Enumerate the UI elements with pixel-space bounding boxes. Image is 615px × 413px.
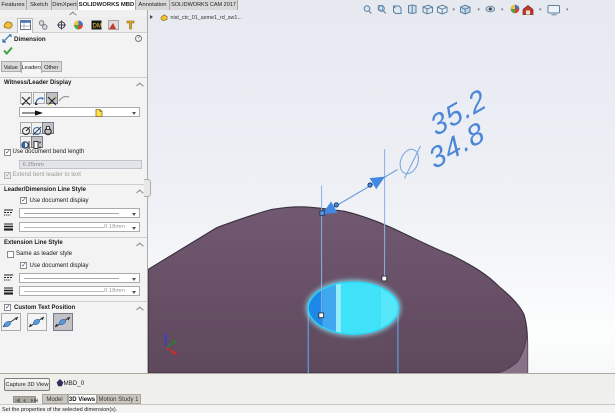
svg-text:DM: DM bbox=[93, 24, 102, 30]
